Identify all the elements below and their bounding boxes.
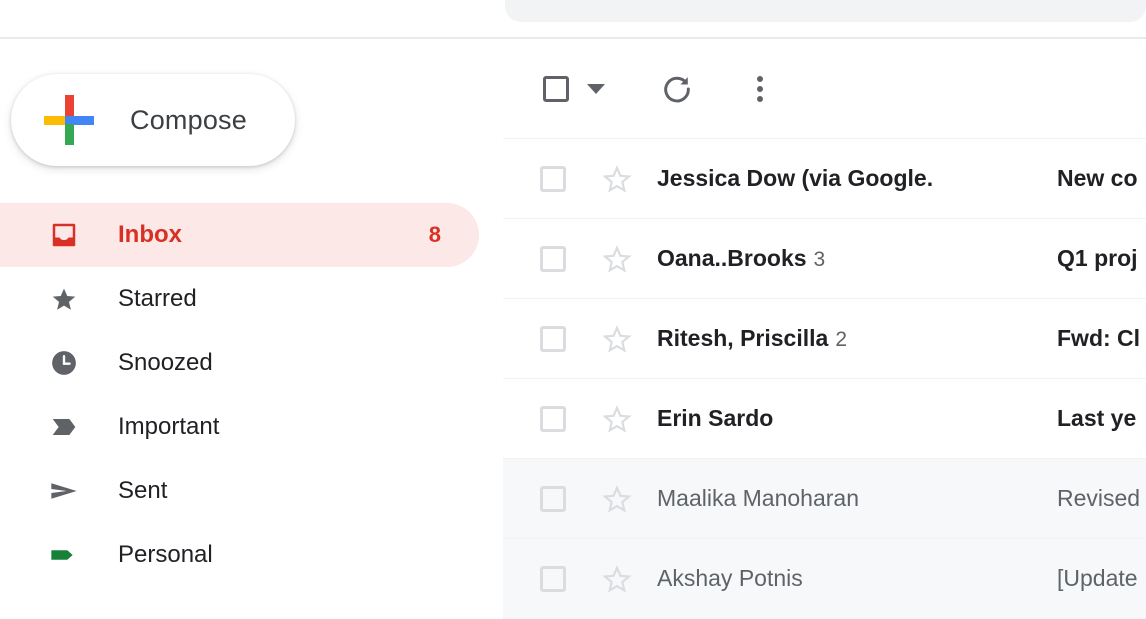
subject-text: New co [1057, 165, 1138, 191]
table-row[interactable]: Jessica Dow (via Google. New co [503, 139, 1146, 219]
sidebar: Compose Inbox 8 Starred Snoozed Importan… [0, 39, 503, 602]
subject-text: Revised [1057, 485, 1141, 511]
mail-list-pane: Jessica Dow (via Google. New co Oana..Br… [503, 39, 1146, 619]
refresh-icon[interactable] [655, 67, 699, 111]
sidebar-item-sent[interactable]: Sent [0, 459, 503, 523]
star-icon[interactable] [601, 163, 633, 195]
table-row[interactable]: Maalika Manoharan Revised [503, 459, 1146, 539]
mail-list-toolbar [503, 39, 1146, 139]
table-row[interactable]: Erin Sardo Last ye [503, 379, 1146, 459]
table-row[interactable]: Oana..Brooks 3 Q1 proj [503, 219, 1146, 299]
row-checkbox[interactable] [540, 325, 566, 352]
subject-text: Q1 proj [1057, 245, 1138, 271]
sender-name: Maalika Manoharan [657, 485, 860, 511]
compose-button[interactable]: Compose [11, 74, 295, 166]
sender-name: Ritesh, Priscilla 2 [657, 325, 847, 351]
sidebar-item-personal[interactable]: Personal [0, 523, 503, 587]
search-bar-panel[interactable] [505, 0, 1146, 22]
sidebar-item-starred[interactable]: Starred [0, 267, 503, 331]
sender-name: Oana..Brooks 3 [657, 245, 826, 271]
inbox-unread-count: 8 [428, 222, 441, 247]
google-plus-icon [44, 95, 94, 145]
star-icon[interactable] [601, 243, 633, 275]
row-checkbox[interactable] [540, 565, 566, 592]
star-icon[interactable] [601, 323, 633, 355]
sender-name: Jessica Dow (via Google. [657, 165, 934, 191]
row-checkbox[interactable] [540, 245, 566, 272]
inbox-icon [46, 217, 82, 253]
subject-text: Fwd: Cl [1057, 325, 1141, 351]
sidebar-nav-list: Inbox 8 Starred Snoozed Important Sent P… [0, 203, 503, 587]
sidebar-item-label: Snoozed [118, 349, 213, 376]
label-icon [46, 537, 82, 573]
sender-name: Erin Sardo [657, 405, 774, 431]
star-icon [46, 281, 82, 317]
table-row[interactable]: Ritesh, Priscilla 2 Fwd: Cl [503, 299, 1146, 379]
sidebar-item-inbox[interactable]: Inbox 8 [0, 203, 479, 267]
table-row[interactable]: Akshay Potnis [Update [503, 539, 1146, 619]
mail-row-list: Jessica Dow (via Google. New co Oana..Br… [503, 139, 1146, 619]
more-options-icon[interactable] [738, 67, 782, 111]
star-icon[interactable] [601, 483, 633, 515]
row-checkbox[interactable] [540, 485, 566, 512]
important-icon [46, 409, 82, 445]
subject-text: Last ye [1057, 405, 1137, 431]
clock-icon [46, 345, 82, 381]
compose-label: Compose [130, 104, 247, 135]
sidebar-item-label: Starred [118, 285, 197, 312]
row-checkbox[interactable] [540, 165, 566, 192]
sidebar-item-label: Inbox [118, 221, 182, 248]
sidebar-item-label: Sent [118, 477, 168, 504]
sidebar-item-label: Personal [118, 541, 213, 568]
star-icon[interactable] [601, 563, 633, 595]
sidebar-item-label: Important [118, 413, 220, 440]
row-checkbox[interactable] [540, 405, 566, 432]
sidebar-item-important[interactable]: Important [0, 395, 503, 459]
subject-text: [Update [1057, 565, 1138, 591]
send-icon [46, 473, 82, 509]
sidebar-item-snoozed[interactable]: Snoozed [0, 331, 503, 395]
chevron-down-icon[interactable] [586, 81, 606, 97]
star-icon[interactable] [601, 403, 633, 435]
sender-name: Akshay Potnis [657, 565, 803, 591]
select-all-checkbox[interactable] [536, 69, 576, 109]
